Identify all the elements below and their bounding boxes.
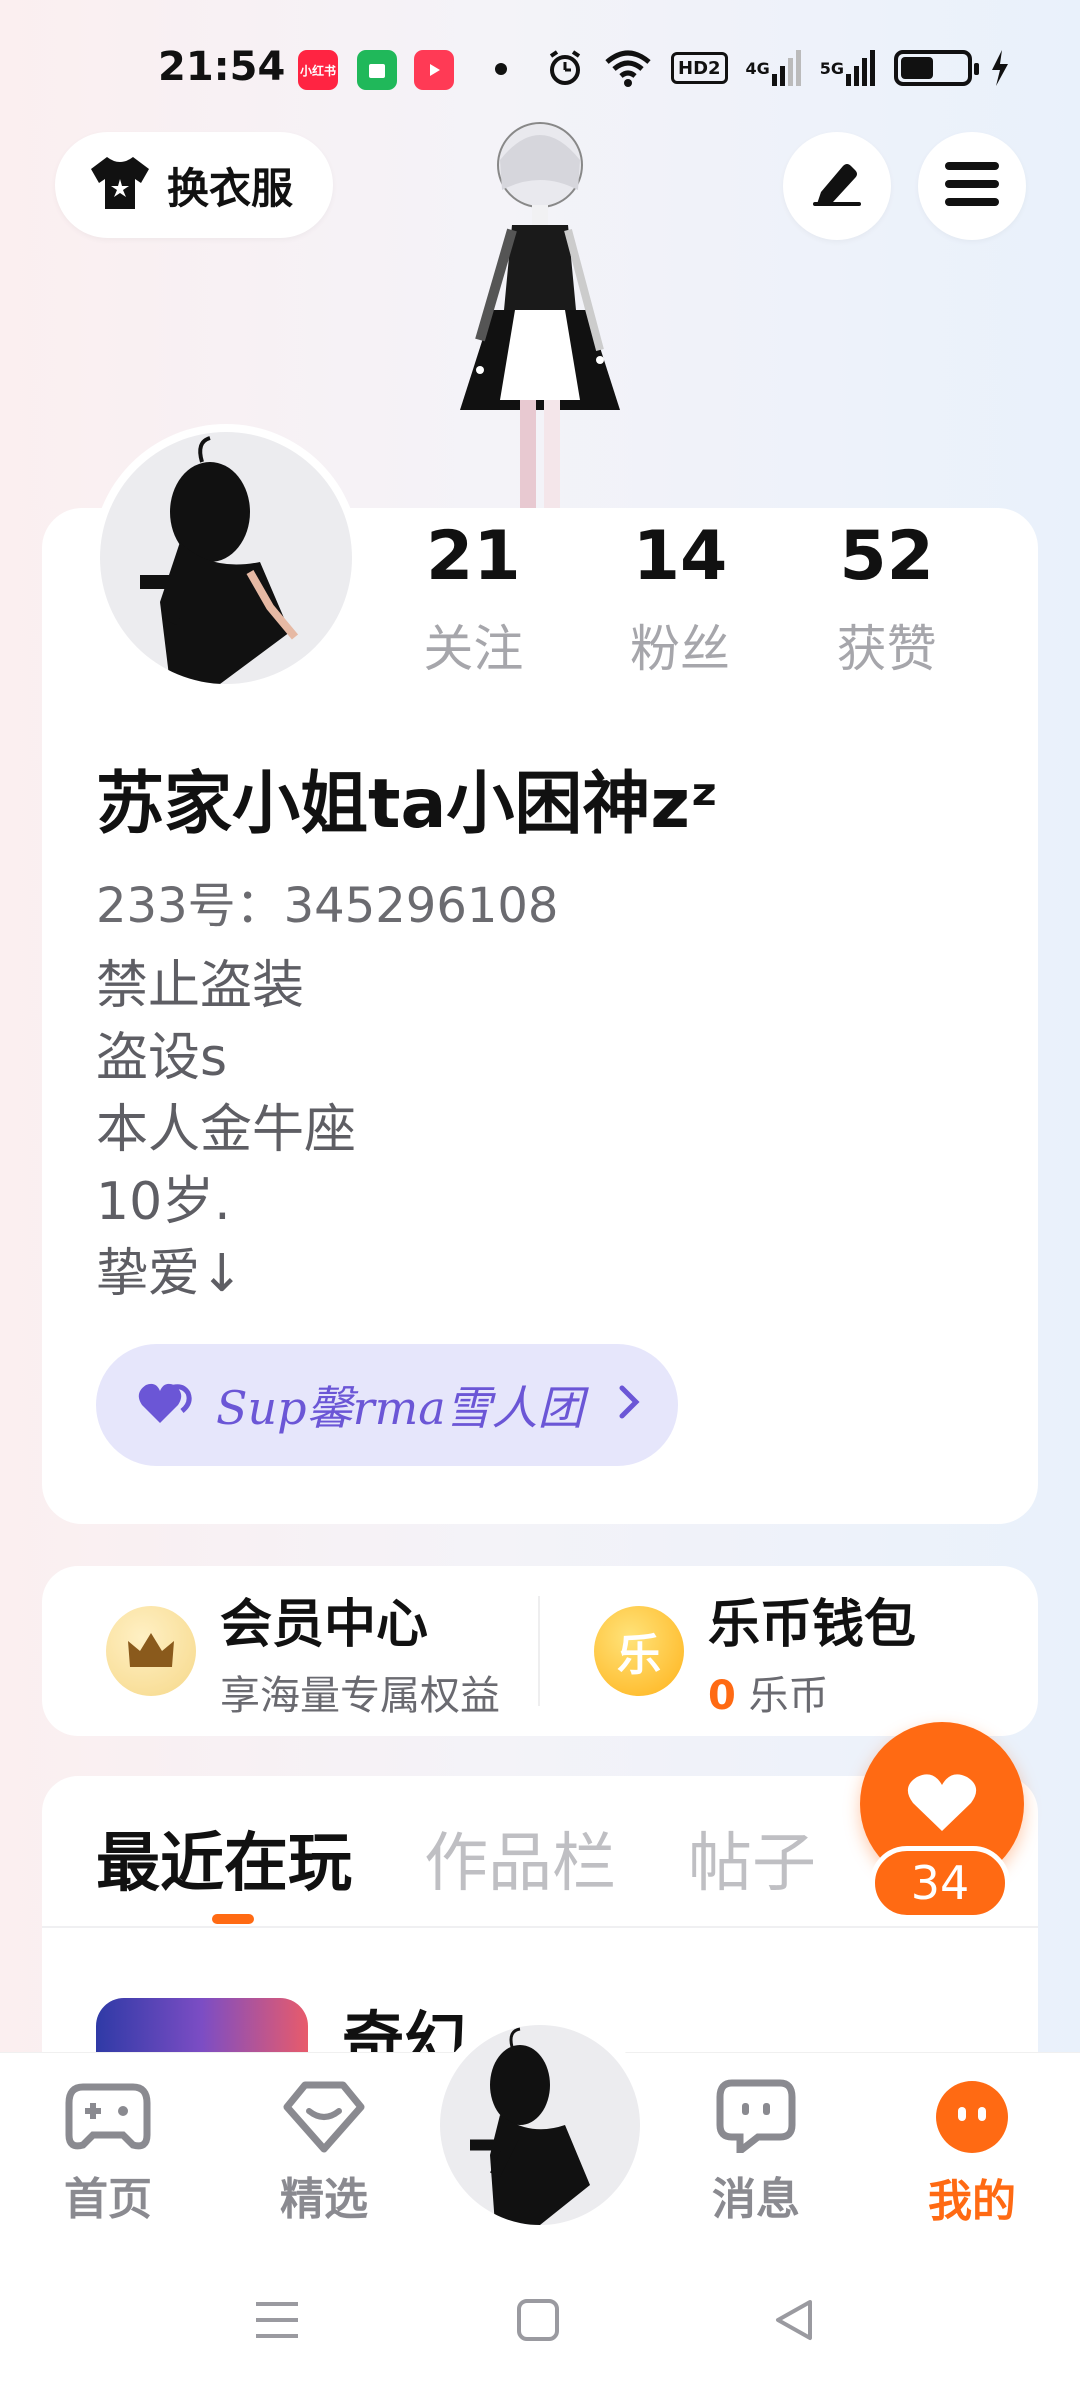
user-id[interactable]: 233号：345296108 (96, 866, 558, 936)
profile-avatar[interactable] (92, 424, 360, 692)
video-app-icon (414, 50, 454, 90)
profile-stats: 21 关注 14 粉丝 52 获赞 (370, 517, 990, 681)
character-figure[interactable] (420, 110, 660, 510)
coin-icon: 乐 (594, 1606, 684, 1696)
home-button[interactable] (516, 2298, 560, 2346)
profile-face-icon (934, 2081, 1010, 2159)
like-count-badge: 34 (870, 1846, 1010, 1920)
nav-featured-label: 精选 (280, 2174, 368, 2225)
member-wallet-card: 会员中心 享海量专属权益 乐 乐币钱包 0 乐币 (42, 1566, 1038, 1736)
crown-icon (106, 1606, 196, 1696)
center-avatar-button[interactable] (428, 2013, 652, 2237)
recent-apps-button[interactable] (254, 2298, 300, 2346)
alarm-icon (545, 46, 585, 90)
gamepad-icon (65, 2083, 151, 2157)
mini-program-icon (357, 50, 397, 90)
wallet-title: 乐币钱包 (708, 1594, 917, 1655)
chat-bubble-icon (716, 2079, 796, 2159)
divider (42, 1926, 1038, 1928)
bio-line: 盗设s (96, 1028, 228, 1088)
pen-icon (811, 162, 863, 210)
notification-dot (495, 63, 507, 75)
wallet[interactable]: 乐 乐币钱包 0 乐币 (594, 1566, 916, 1736)
nav-home[interactable]: 首页 (38, 2079, 178, 2227)
hamburger-icon (945, 162, 999, 210)
likes-label: 获赞 (836, 619, 937, 678)
signal-4g-icon: 4G (746, 46, 802, 90)
stat-following[interactable]: 21 关注 (370, 517, 577, 681)
heart-shield-icon (283, 2081, 365, 2157)
battery-icon (894, 50, 980, 86)
nav-featured[interactable]: 精选 (254, 2079, 394, 2227)
group-name: Sup馨rma雪人团 (216, 1381, 584, 1435)
status-time: 21:54 (158, 44, 286, 90)
heart-icon (907, 1771, 977, 1837)
username: 苏家小姐ta小困神zᶻ (96, 765, 719, 844)
wifi-icon (603, 46, 653, 90)
charging-icon (990, 46, 1010, 90)
wallet-balance: 0 乐币 (708, 1672, 829, 1719)
bio: 禁止盗装 盗设s 本人金牛座 10岁. 挚爱↓ (96, 950, 356, 1310)
change-outfit-button[interactable]: 换衣服 (55, 132, 333, 238)
bio-line: 10岁. (96, 1172, 231, 1232)
group-pill[interactable]: Sup馨rma雪人团 (96, 1344, 678, 1466)
following-count: 21 (426, 517, 521, 596)
tab-posts[interactable]: 帖子 (688, 1812, 816, 1904)
edit-button[interactable] (783, 132, 891, 240)
bottom-nav: 首页 精选 消息 我的 (0, 2013, 1080, 2248)
bio-line: 本人金牛座 (96, 1100, 357, 1160)
tab-indicator (212, 1914, 254, 1924)
nav-messages-label: 消息 (712, 2174, 800, 2225)
back-button[interactable] (772, 2298, 816, 2346)
chevron-right-icon (618, 1380, 640, 1431)
likes-count: 52 (839, 517, 934, 596)
hd-icon: HD2 (671, 52, 728, 84)
stat-likes[interactable]: 52 获赞 (783, 517, 990, 681)
tshirt-icon (89, 155, 151, 215)
tab-bar: 最近在玩 作品栏 帖子 (96, 1812, 816, 1904)
followers-count: 14 (632, 517, 728, 596)
followers-label: 粉丝 (630, 619, 730, 678)
nav-mine-label: 我的 (928, 2176, 1016, 2227)
tab-works[interactable]: 作品栏 (424, 1812, 616, 1904)
bio-line: 挚爱↓ (96, 1244, 244, 1304)
member-center-title: 会员中心 (220, 1594, 429, 1655)
stat-followers[interactable]: 14 粉丝 (577, 517, 784, 681)
nav-home-label: 首页 (64, 2174, 152, 2225)
tab-recently-played[interactable]: 最近在玩 (96, 1812, 352, 1904)
group-heart-icon (138, 1381, 192, 1429)
member-center-subtitle: 享海量专属权益 (220, 1672, 500, 1719)
system-nav-bar (0, 2248, 1080, 2400)
bio-line: 禁止盗装 (96, 956, 305, 1016)
xiaohongshu-icon: 小红书 (298, 50, 338, 90)
divider (538, 1596, 540, 1706)
menu-button[interactable] (918, 132, 1026, 240)
nav-messages[interactable]: 消息 (686, 2079, 826, 2227)
following-label: 关注 (423, 619, 524, 678)
signal-5g-icon: 5G (820, 46, 876, 90)
member-center[interactable]: 会员中心 享海量专属权益 (106, 1566, 500, 1736)
change-outfit-label: 换衣服 (167, 163, 294, 213)
nav-mine[interactable]: 我的 (902, 2079, 1042, 2229)
